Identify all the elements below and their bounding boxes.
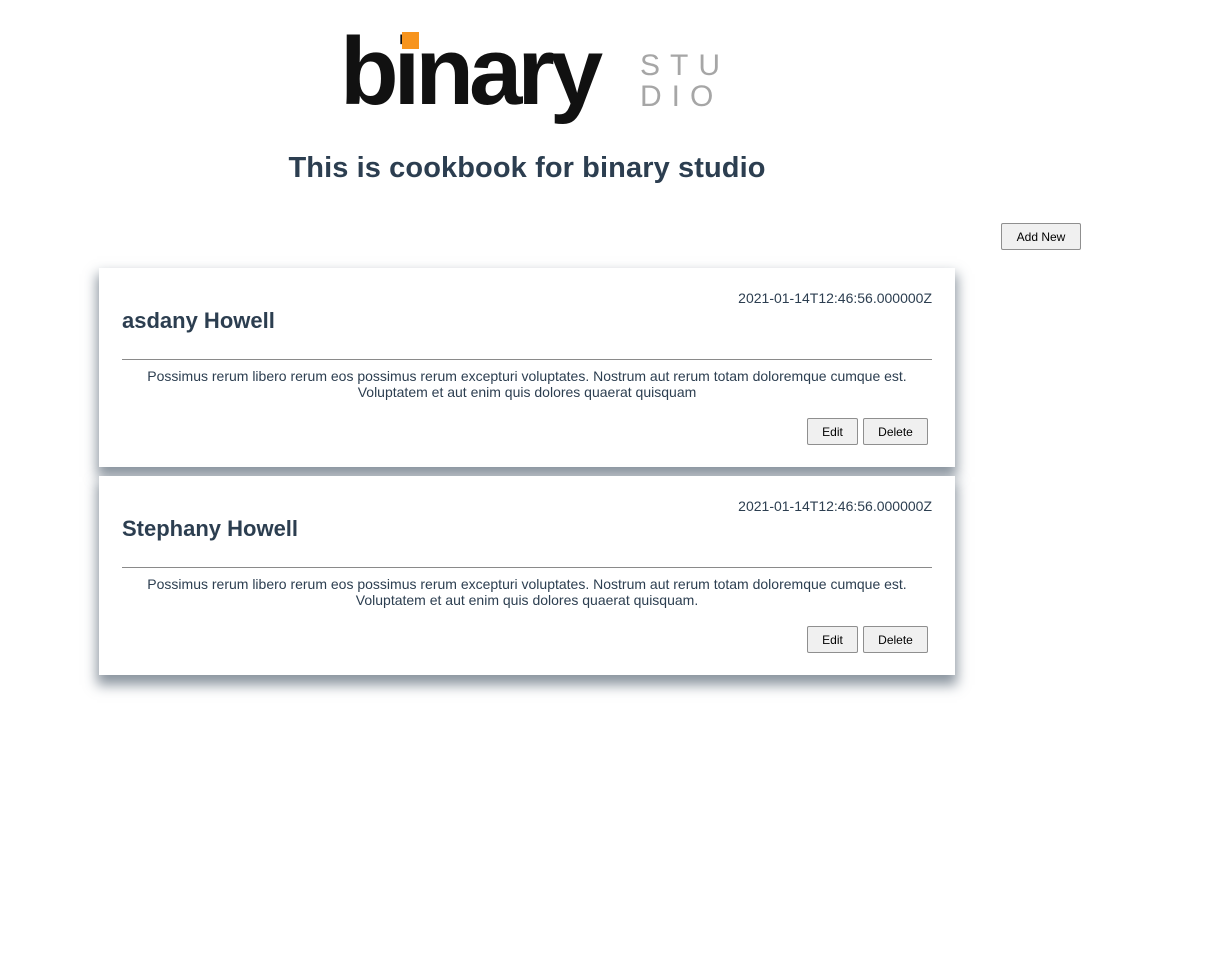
recipe-description: Possimus rerum libero rerum eos possimus… bbox=[147, 368, 907, 400]
recipe-divider bbox=[122, 359, 932, 360]
delete-button[interactable]: Delete bbox=[863, 418, 928, 445]
recipe-card: 2021-01-14T12:46:56.000000Z Stephany How… bbox=[99, 476, 955, 675]
recipe-actions: Edit Delete bbox=[807, 418, 928, 445]
recipe-list: 2021-01-14T12:46:56.000000Z asdany Howel… bbox=[99, 268, 955, 684]
svg-text:DIO: DIO bbox=[640, 80, 720, 113]
page-title: This is cookbook for binary studio bbox=[288, 152, 766, 184]
svg-text:binary: binary bbox=[340, 22, 603, 125]
recipe-divider bbox=[122, 567, 932, 568]
edit-button[interactable]: Edit bbox=[807, 418, 858, 445]
recipe-description: Possimus rerum libero rerum eos possimus… bbox=[147, 576, 907, 608]
app-root: binary STU DIO This is cookbook for bina… bbox=[0, 0, 1205, 969]
svg-text:STU: STU bbox=[640, 49, 720, 82]
recipe-actions: Edit Delete bbox=[807, 626, 928, 653]
recipe-date: 2021-01-14T12:46:56.000000Z bbox=[738, 498, 932, 514]
binary-studio-logo: binary STU DIO bbox=[340, 22, 720, 132]
delete-button[interactable]: Delete bbox=[863, 626, 928, 653]
edit-button[interactable]: Edit bbox=[807, 626, 858, 653]
recipe-date: 2021-01-14T12:46:56.000000Z bbox=[738, 290, 932, 306]
add-new-button[interactable]: Add New bbox=[1001, 223, 1081, 250]
recipe-card: 2021-01-14T12:46:56.000000Z asdany Howel… bbox=[99, 268, 955, 467]
recipe-title: Stephany Howell bbox=[122, 516, 299, 541]
recipe-title: asdany Howell bbox=[122, 308, 275, 333]
